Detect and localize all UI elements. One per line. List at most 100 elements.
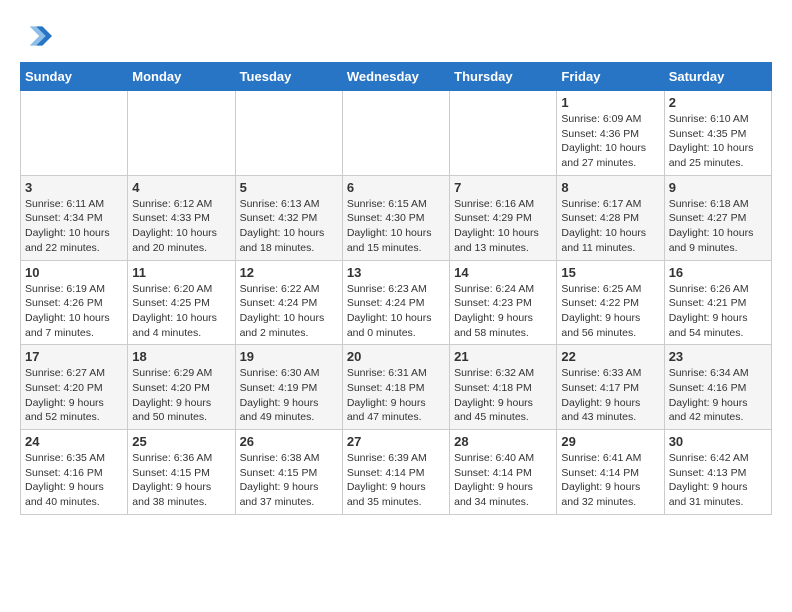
- calendar-cell: 10 Sunrise: 6:19 AM Sunset: 4:26 PM Dayli…: [21, 260, 128, 345]
- calendar-cell: 29 Sunrise: 6:41 AM Sunset: 4:14 PM Dayli…: [557, 430, 664, 515]
- week-row: 24 Sunrise: 6:35 AM Sunset: 4:16 PM Dayli…: [21, 430, 772, 515]
- day-number: 9: [669, 180, 767, 195]
- day-info: Sunrise: 6:39 AM Sunset: 4:14 PM Dayligh…: [347, 451, 445, 510]
- calendar-cell: 15 Sunrise: 6:25 AM Sunset: 4:22 PM Dayli…: [557, 260, 664, 345]
- day-number: 28: [454, 434, 552, 449]
- column-header-saturday: Saturday: [664, 63, 771, 91]
- column-header-thursday: Thursday: [450, 63, 557, 91]
- calendar-cell: 11 Sunrise: 6:20 AM Sunset: 4:25 PM Dayli…: [128, 260, 235, 345]
- day-number: 4: [132, 180, 230, 195]
- day-number: 11: [132, 265, 230, 280]
- calendar-cell: 6Sunrise: 6:15 AM Sunset: 4:30 PM Daylig…: [342, 175, 449, 260]
- day-number: 29: [561, 434, 659, 449]
- calendar-cell: 12 Sunrise: 6:22 AM Sunset: 4:24 PM Dayli…: [235, 260, 342, 345]
- day-number: 1: [561, 95, 659, 110]
- calendar-cell: 26Sunrise: 6:38 AM Sunset: 4:15 PM Dayli…: [235, 430, 342, 515]
- column-header-friday: Friday: [557, 63, 664, 91]
- day-number: 2: [669, 95, 767, 110]
- calendar-cell: 16Sunrise: 6:26 AM Sunset: 4:21 PM Dayli…: [664, 260, 771, 345]
- day-info: Sunrise: 6:32 AM Sunset: 4:18 PM Dayligh…: [454, 366, 552, 425]
- day-info: Sunrise: 6:11 AM Sunset: 4:34 PM Dayligh…: [25, 197, 123, 256]
- calendar-cell: 3 Sunrise: 6:11 AM Sunset: 4:34 PM Daylig…: [21, 175, 128, 260]
- day-number: 14: [454, 265, 552, 280]
- calendar-cell: 4 Sunrise: 6:12 AM Sunset: 4:33 PM Daylig…: [128, 175, 235, 260]
- day-info: Sunrise: 6:16 AM Sunset: 4:29 PM Dayligh…: [454, 197, 552, 256]
- calendar-cell: 2 Sunrise: 6:10 AM Sunset: 4:35 PM Daylig…: [664, 91, 771, 176]
- day-number: 24: [25, 434, 123, 449]
- week-row: 10 Sunrise: 6:19 AM Sunset: 4:26 PM Dayli…: [21, 260, 772, 345]
- day-number: 13: [347, 265, 445, 280]
- calendar-cell: [342, 91, 449, 176]
- day-info: Sunrise: 6:22 AM Sunset: 4:24 PM Dayligh…: [240, 282, 338, 341]
- week-row: 1 Sunrise: 6:09 AM Sunset: 4:36 PM Daylig…: [21, 91, 772, 176]
- calendar-cell: 28 Sunrise: 6:40 AM Sunset: 4:14 PM Dayli…: [450, 430, 557, 515]
- calendar-cell: 7 Sunrise: 6:16 AM Sunset: 4:29 PM Daylig…: [450, 175, 557, 260]
- day-info: Sunrise: 6:31 AM Sunset: 4:18 PM Dayligh…: [347, 366, 445, 425]
- calendar-cell: [128, 91, 235, 176]
- day-info: Sunrise: 6:18 AM Sunset: 4:27 PM Dayligh…: [669, 197, 767, 256]
- day-number: 21: [454, 349, 552, 364]
- day-info: Sunrise: 6:17 AM Sunset: 4:28 PM Dayligh…: [561, 197, 659, 256]
- week-row: 3 Sunrise: 6:11 AM Sunset: 4:34 PM Daylig…: [21, 175, 772, 260]
- day-info: Sunrise: 6:34 AM Sunset: 4:16 PM Dayligh…: [669, 366, 767, 425]
- day-number: 7: [454, 180, 552, 195]
- day-info: Sunrise: 6:10 AM Sunset: 4:35 PM Dayligh…: [669, 112, 767, 171]
- calendar-cell: 13 Sunrise: 6:23 AM Sunset: 4:24 PM Dayli…: [342, 260, 449, 345]
- day-info: Sunrise: 6:36 AM Sunset: 4:15 PM Dayligh…: [132, 451, 230, 510]
- day-number: 8: [561, 180, 659, 195]
- day-info: Sunrise: 6:35 AM Sunset: 4:16 PM Dayligh…: [25, 451, 123, 510]
- day-number: 25: [132, 434, 230, 449]
- calendar-cell: 19 Sunrise: 6:30 AM Sunset: 4:19 PM Dayli…: [235, 345, 342, 430]
- column-header-tuesday: Tuesday: [235, 63, 342, 91]
- calendar-cell: [235, 91, 342, 176]
- calendar-cell: [450, 91, 557, 176]
- day-number: 20: [347, 349, 445, 364]
- header-row: SundayMondayTuesdayWednesdayThursdayFrid…: [21, 63, 772, 91]
- day-info: Sunrise: 6:25 AM Sunset: 4:22 PM Dayligh…: [561, 282, 659, 341]
- calendar-table: SundayMondayTuesdayWednesdayThursdayFrid…: [20, 62, 772, 515]
- calendar-cell: 18Sunrise: 6:29 AM Sunset: 4:20 PM Dayli…: [128, 345, 235, 430]
- day-number: 5: [240, 180, 338, 195]
- day-number: 18: [132, 349, 230, 364]
- calendar-cell: 20 Sunrise: 6:31 AM Sunset: 4:18 PM Dayli…: [342, 345, 449, 430]
- day-number: 15: [561, 265, 659, 280]
- day-info: Sunrise: 6:09 AM Sunset: 4:36 PM Dayligh…: [561, 112, 659, 171]
- day-number: 12: [240, 265, 338, 280]
- day-info: Sunrise: 6:12 AM Sunset: 4:33 PM Dayligh…: [132, 197, 230, 256]
- calendar-cell: 17 Sunrise: 6:27 AM Sunset: 4:20 PM Dayli…: [21, 345, 128, 430]
- column-header-wednesday: Wednesday: [342, 63, 449, 91]
- calendar-cell: 9 Sunrise: 6:18 AM Sunset: 4:27 PM Daylig…: [664, 175, 771, 260]
- day-number: 10: [25, 265, 123, 280]
- calendar-cell: 27Sunrise: 6:39 AM Sunset: 4:14 PM Dayli…: [342, 430, 449, 515]
- day-number: 17: [25, 349, 123, 364]
- header: [20, 20, 772, 52]
- day-info: Sunrise: 6:19 AM Sunset: 4:26 PM Dayligh…: [25, 282, 123, 341]
- day-info: Sunrise: 6:30 AM Sunset: 4:19 PM Dayligh…: [240, 366, 338, 425]
- day-info: Sunrise: 6:20 AM Sunset: 4:25 PM Dayligh…: [132, 282, 230, 341]
- calendar-cell: 25 Sunrise: 6:36 AM Sunset: 4:15 PM Dayli…: [128, 430, 235, 515]
- day-number: 3: [25, 180, 123, 195]
- week-row: 17 Sunrise: 6:27 AM Sunset: 4:20 PM Dayli…: [21, 345, 772, 430]
- calendar-cell: 1 Sunrise: 6:09 AM Sunset: 4:36 PM Daylig…: [557, 91, 664, 176]
- day-info: Sunrise: 6:23 AM Sunset: 4:24 PM Dayligh…: [347, 282, 445, 341]
- calendar-cell: 23 Sunrise: 6:34 AM Sunset: 4:16 PM Dayli…: [664, 345, 771, 430]
- day-info: Sunrise: 6:41 AM Sunset: 4:14 PM Dayligh…: [561, 451, 659, 510]
- day-number: 6: [347, 180, 445, 195]
- day-info: Sunrise: 6:40 AM Sunset: 4:14 PM Dayligh…: [454, 451, 552, 510]
- day-number: 16: [669, 265, 767, 280]
- calendar-cell: 21 Sunrise: 6:32 AM Sunset: 4:18 PM Dayli…: [450, 345, 557, 430]
- day-number: 22: [561, 349, 659, 364]
- logo: [20, 20, 56, 52]
- day-number: 23: [669, 349, 767, 364]
- column-header-monday: Monday: [128, 63, 235, 91]
- day-info: Sunrise: 6:24 AM Sunset: 4:23 PM Dayligh…: [454, 282, 552, 341]
- day-number: 19: [240, 349, 338, 364]
- calendar-cell: 22 Sunrise: 6:33 AM Sunset: 4:17 PM Dayli…: [557, 345, 664, 430]
- day-info: Sunrise: 6:33 AM Sunset: 4:17 PM Dayligh…: [561, 366, 659, 425]
- column-header-sunday: Sunday: [21, 63, 128, 91]
- day-info: Sunrise: 6:42 AM Sunset: 4:13 PM Dayligh…: [669, 451, 767, 510]
- calendar-cell: 14 Sunrise: 6:24 AM Sunset: 4:23 PM Dayli…: [450, 260, 557, 345]
- day-info: Sunrise: 6:27 AM Sunset: 4:20 PM Dayligh…: [25, 366, 123, 425]
- day-number: 30: [669, 434, 767, 449]
- day-info: Sunrise: 6:38 AM Sunset: 4:15 PM Dayligh…: [240, 451, 338, 510]
